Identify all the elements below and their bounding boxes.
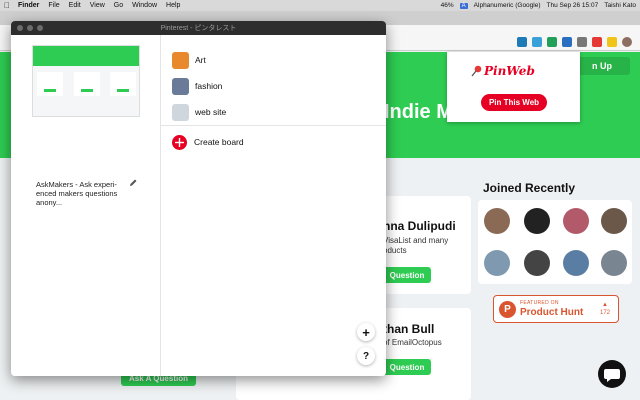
avatar[interactable] xyxy=(601,208,627,234)
product-hunt-logo-icon: P xyxy=(499,301,516,318)
menu-finder[interactable]: Finder xyxy=(18,2,39,9)
input-source-name[interactable]: Alphanumeric (Google) xyxy=(474,2,541,9)
upvote-number: 172 xyxy=(599,310,610,316)
joined-recently-grid xyxy=(478,200,632,284)
pinweb-logo: PinWeb xyxy=(484,64,535,78)
extension-icon[interactable] xyxy=(592,37,602,47)
avatar[interactable] xyxy=(524,250,550,276)
joined-recently-heading: Joined Recently xyxy=(483,181,576,195)
maker-subtitle: oducts xyxy=(383,246,407,255)
chat-launcher-icon[interactable] xyxy=(598,360,626,388)
upvote-arrow-icon: ▲ xyxy=(602,302,608,308)
pinterest-window: Pinterest - ピンタレスト AskMakers - Ask exper… xyxy=(11,21,386,376)
avatar[interactable] xyxy=(563,208,589,234)
menubar-clock[interactable]: Thu Sep 26 15:07 xyxy=(547,2,599,9)
board-thumbnail xyxy=(172,103,189,121)
input-source-icon[interactable]: A xyxy=(459,2,468,9)
avatar[interactable] xyxy=(484,208,510,234)
ask-question-button[interactable]: Question xyxy=(383,267,431,283)
add-button[interactable]: + xyxy=(357,323,375,341)
extension-icons xyxy=(517,37,632,47)
pin-this-web-button[interactable]: Pin This Web xyxy=(481,94,547,111)
pin-preview-image xyxy=(32,45,140,117)
board-thumbnail xyxy=(172,51,189,69)
avatar[interactable] xyxy=(563,250,589,276)
apple-menu-icon[interactable]:  xyxy=(4,1,10,10)
avatar[interactable] xyxy=(601,250,627,276)
avatar[interactable] xyxy=(524,208,550,234)
board-label: Art xyxy=(195,55,206,65)
menu-go[interactable]: Go xyxy=(114,2,123,9)
menu-bar:  Finder File Edit View Go Window Help 4… xyxy=(0,0,640,11)
product-hunt-badge[interactable]: P FEATURED ON Product Hunt ▲ 172 xyxy=(493,295,619,323)
ask-question-button[interactable]: Question xyxy=(383,359,431,375)
board-label: web site xyxy=(195,107,227,117)
avatar[interactable] xyxy=(484,250,510,276)
create-board-label: Create board xyxy=(194,137,244,147)
extension-icon[interactable] xyxy=(547,37,557,47)
extension-icon[interactable] xyxy=(532,37,542,47)
extension-icon[interactable] xyxy=(577,37,587,47)
board-label: fashion xyxy=(195,81,223,91)
window-title: Pinterest - ピンタレスト xyxy=(160,25,237,32)
board-item-fashion[interactable]: fashion xyxy=(172,76,222,96)
divider xyxy=(161,125,386,126)
board-thumbnail xyxy=(172,77,189,95)
maker-name: than Bull xyxy=(383,322,435,336)
pin-description: AskMakers - Ask experi-enced makers ques… xyxy=(36,180,118,207)
ph-name: Product Hunt xyxy=(520,307,584,318)
extension-icon[interactable] xyxy=(517,37,527,47)
menu-file[interactable]: File xyxy=(48,2,59,9)
board-item-art[interactable]: Art xyxy=(172,50,206,70)
menu-view[interactable]: View xyxy=(90,2,105,9)
menu-window[interactable]: Window xyxy=(132,2,157,9)
board-item-web-site[interactable]: web site xyxy=(172,102,226,122)
extension-icon[interactable] xyxy=(562,37,572,47)
maker-subtitle: VisaList and many xyxy=(383,236,449,245)
pin-preview-pane: AskMakers - Ask experi-enced makers ques… xyxy=(11,35,161,376)
maker-name: nna Dulipudi xyxy=(383,219,456,233)
help-button[interactable]: ? xyxy=(357,347,375,365)
ph-featured-label: FEATURED ON xyxy=(520,300,559,306)
extension-icon[interactable] xyxy=(607,37,617,47)
sign-up-button[interactable]: n Up xyxy=(574,57,630,75)
menu-help[interactable]: Help xyxy=(166,2,180,9)
plus-icon xyxy=(172,134,187,150)
menu-edit[interactable]: Edit xyxy=(69,2,81,9)
ph-upvote-count: ▲ 172 xyxy=(600,301,610,317)
menubar-user[interactable]: Taishi Kato xyxy=(604,2,636,9)
maker-subtitle: of EmailOctopus xyxy=(383,338,442,347)
create-board-button[interactable]: Create board xyxy=(172,132,244,152)
pushpin-icon xyxy=(471,65,482,77)
profile-avatar-icon[interactable] xyxy=(622,37,632,47)
battery-status[interactable]: 46% xyxy=(441,2,454,9)
pencil-icon[interactable] xyxy=(128,178,138,188)
window-titlebar[interactable]: Pinterest - ピンタレスト xyxy=(11,21,386,35)
pinweb-popup: PinWeb Pin This Web xyxy=(447,52,580,122)
